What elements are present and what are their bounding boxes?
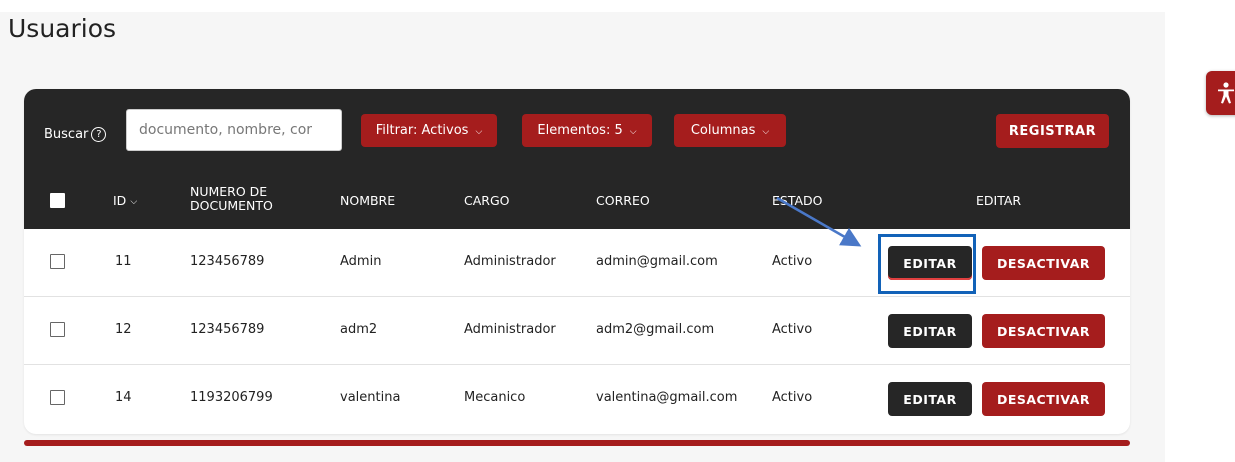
- edit-button[interactable]: EDITAR: [888, 246, 972, 280]
- column-header-role: CARGO: [464, 193, 510, 208]
- cell-role: Administrador: [464, 322, 556, 337]
- column-header-status: ESTADO: [772, 193, 823, 208]
- cell-role: Administrador: [464, 254, 556, 269]
- row-checkbox[interactable]: [50, 390, 65, 405]
- column-header-name: NOMBRE: [340, 193, 396, 208]
- cell-name: valentina: [340, 390, 401, 405]
- search-label: Buscar ?: [44, 127, 107, 142]
- cell-email: adm2@gmail.com: [596, 322, 715, 337]
- column-header-id[interactable]: ID ⌵: [113, 193, 137, 208]
- cell-document: 1193206799: [190, 390, 273, 405]
- edit-button[interactable]: EDITAR: [888, 314, 972, 348]
- bottom-accent-bar: [24, 440, 1130, 446]
- column-header-edit: EDITAR: [976, 193, 1022, 208]
- cell-status: Activo: [772, 390, 813, 405]
- cell-document: 123456789: [190, 254, 265, 269]
- help-circle-icon[interactable]: ?: [91, 127, 107, 142]
- users-table-panel: Buscar ? Filtrar: Activos ⌵ Elementos: 5…: [24, 89, 1130, 434]
- chevron-down-icon: ⌵: [130, 196, 138, 207]
- cell-id: 12: [115, 322, 132, 337]
- cell-name: adm2: [340, 322, 378, 337]
- table-row: 12 123456789 adm2 Administrador adm2@gma…: [24, 297, 1130, 365]
- elements-label: Elementos: 5: [537, 123, 623, 138]
- column-header-document-line2: DOCUMENTO: [190, 198, 273, 213]
- columns-label: Columnas: [690, 123, 756, 138]
- column-header-id-label: ID: [113, 193, 127, 208]
- accessibility-button[interactable]: [1206, 71, 1235, 115]
- chevron-down-icon: ⌵: [629, 126, 637, 137]
- register-button[interactable]: REGISTRAR: [996, 114, 1109, 148]
- cell-status: Activo: [772, 322, 813, 337]
- cell-id: 14: [115, 390, 132, 405]
- table-row: 11 123456789 Admin Administrador admin@g…: [24, 229, 1130, 297]
- cell-role: Mecanico: [464, 390, 526, 405]
- table-row: 14 1193206799 valentina Mecanico valenti…: [24, 365, 1130, 433]
- deactivate-button[interactable]: DESACTIVAR: [982, 246, 1105, 280]
- page-title: Usuarios: [8, 14, 117, 43]
- cell-email: valentina@gmail.com: [596, 390, 738, 405]
- accessibility-icon: [1218, 82, 1234, 104]
- deactivate-button[interactable]: DESACTIVAR: [982, 314, 1105, 348]
- deactivate-button[interactable]: DESACTIVAR: [982, 382, 1105, 416]
- chevron-down-icon: ⌵: [475, 126, 483, 137]
- column-header-email: CORREO: [596, 193, 650, 208]
- cell-status: Activo: [772, 254, 813, 269]
- columns-dropdown-button[interactable]: Columnas ⌵: [674, 114, 786, 147]
- column-header-document: NUMERO DE DOCUMENTO: [190, 185, 273, 213]
- search-label-text: Buscar: [44, 127, 89, 142]
- elements-dropdown-button[interactable]: Elementos: 5 ⌵: [522, 114, 652, 147]
- filter-dropdown-button[interactable]: Filtrar: Activos ⌵: [361, 114, 497, 147]
- row-checkbox[interactable]: [50, 322, 65, 337]
- filter-label: Filtrar: Activos: [375, 123, 469, 138]
- cell-id: 11: [115, 254, 132, 269]
- cell-name: Admin: [340, 254, 382, 269]
- row-checkbox[interactable]: [50, 254, 65, 269]
- select-all-checkbox[interactable]: [50, 193, 65, 208]
- cell-document: 123456789: [190, 322, 265, 337]
- column-header-document-line1: NUMERO DE: [190, 184, 268, 199]
- chevron-down-icon: ⌵: [762, 126, 770, 137]
- cell-email: admin@gmail.com: [596, 254, 718, 269]
- search-input[interactable]: [126, 109, 342, 151]
- edit-button[interactable]: EDITAR: [888, 382, 972, 416]
